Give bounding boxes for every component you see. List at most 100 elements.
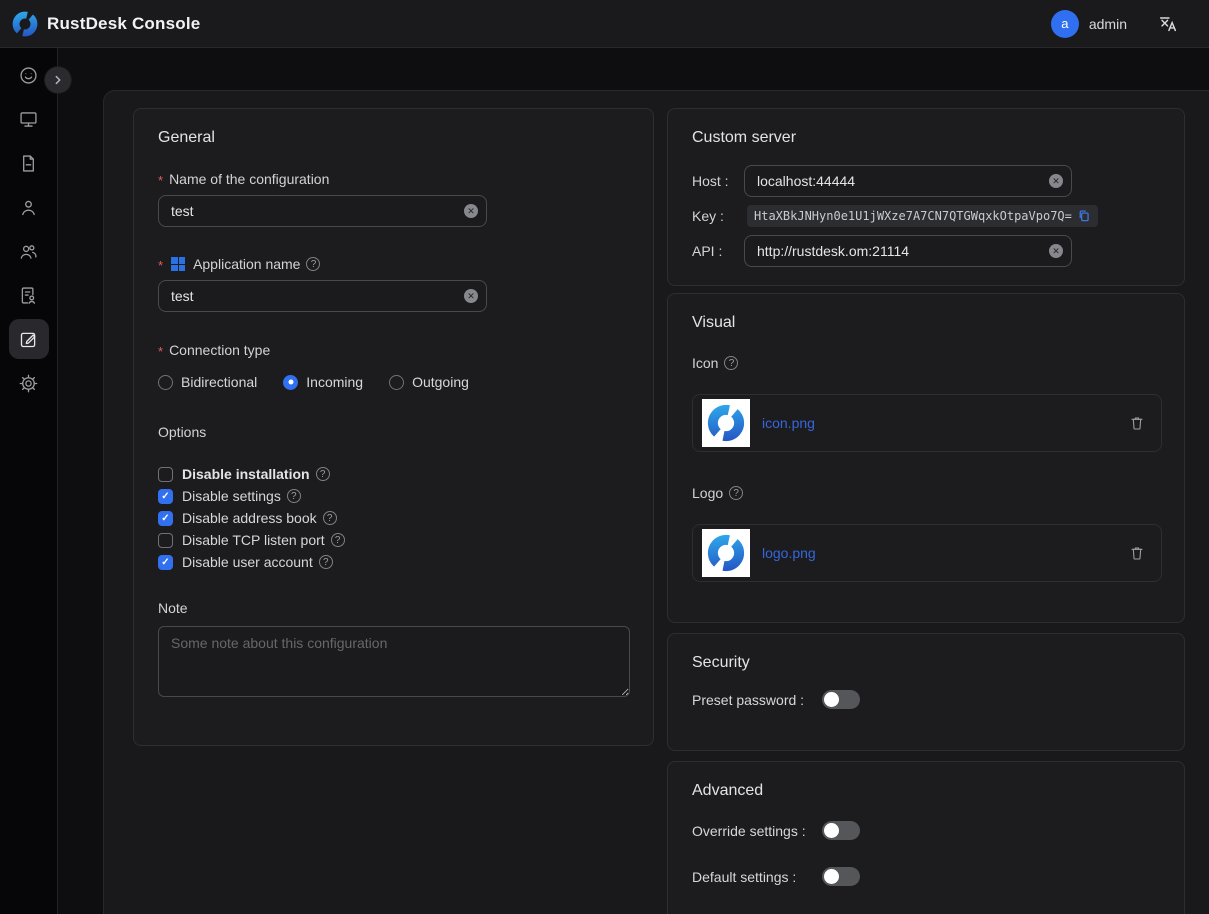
note-textarea[interactable] xyxy=(158,626,630,697)
security-title: Security xyxy=(692,654,1160,672)
checkbox[interactable] xyxy=(158,533,173,548)
radio-button[interactable] xyxy=(158,375,173,390)
preset-password-label: Preset password : xyxy=(692,692,822,708)
checkbox[interactable] xyxy=(158,555,173,570)
connection-type-label: Connection type xyxy=(158,340,629,360)
username[interactable]: admin xyxy=(1089,16,1127,32)
sidebar-item-custom-clients[interactable] xyxy=(9,319,49,359)
help-icon[interactable] xyxy=(319,555,333,569)
default-settings-toggle[interactable] xyxy=(822,867,860,886)
options-label: Options xyxy=(158,422,629,442)
rustdesk-logo-icon xyxy=(12,11,38,37)
app-title: RustDesk Console xyxy=(47,14,200,34)
edit-icon xyxy=(18,329,39,350)
help-icon[interactable] xyxy=(724,356,738,370)
clear-icon[interactable] xyxy=(1049,174,1063,188)
config-name-field xyxy=(158,195,487,227)
radio-incoming[interactable]: Incoming xyxy=(283,374,363,390)
delete-icon[interactable] xyxy=(1129,545,1145,561)
override-settings-label: Override settings : xyxy=(692,823,822,839)
main-content: General Name of the configuration Applic… xyxy=(103,90,1209,914)
key-value: HtaXBkJNHyn0e1U1jWXze7A7CN7QTGWqxkOtpaVp… xyxy=(754,209,1072,223)
visual-card: Visual Icon icon.png Logo xyxy=(667,293,1185,623)
security-card: Security Preset password : xyxy=(667,633,1185,751)
host-input[interactable] xyxy=(744,165,1072,197)
checkbox[interactable] xyxy=(158,489,173,504)
checkbox-disable-tcp-listen-port[interactable]: Disable TCP listen port xyxy=(158,529,629,551)
sidebar-item-users[interactable] xyxy=(9,187,49,227)
logo-upload-row: logo.png xyxy=(692,524,1162,582)
user-avatar[interactable]: a xyxy=(1051,10,1079,38)
preset-password-toggle[interactable] xyxy=(822,690,860,709)
checkbox-disable-installation[interactable]: Disable installation xyxy=(158,463,629,485)
application-name-field xyxy=(158,280,487,312)
config-name-label: Name of the configuration xyxy=(158,169,629,189)
help-icon[interactable] xyxy=(729,486,743,500)
copy-icon[interactable] xyxy=(1077,209,1091,223)
sidebar-item-groups[interactable] xyxy=(9,231,49,271)
sidebar-item-settings[interactable] xyxy=(9,363,49,403)
delete-icon[interactable] xyxy=(1129,415,1145,431)
icon-preview-image xyxy=(702,399,750,447)
users-group-icon xyxy=(18,241,39,262)
icon-label: Icon xyxy=(692,353,1160,373)
brand: RustDesk Console xyxy=(0,11,200,37)
logo-preview-image xyxy=(702,529,750,577)
checkbox[interactable] xyxy=(158,511,173,526)
general-title: General xyxy=(158,129,629,147)
radio-button[interactable] xyxy=(283,375,298,390)
checkbox-disable-user-account[interactable]: Disable user account xyxy=(158,551,629,573)
gear-icon xyxy=(18,373,39,394)
clear-icon[interactable] xyxy=(464,204,478,218)
checkbox-disable-settings[interactable]: Disable settings xyxy=(158,485,629,507)
user-icon xyxy=(18,197,39,218)
application-name-label: Application name xyxy=(158,254,629,274)
checkbox[interactable] xyxy=(158,467,173,482)
note-label: Note xyxy=(158,598,629,618)
radio-outgoing[interactable]: Outgoing xyxy=(389,374,469,390)
radio-bidirectional[interactable]: Bidirectional xyxy=(158,374,257,390)
radio-button[interactable] xyxy=(389,375,404,390)
sidebar xyxy=(0,48,58,914)
api-field xyxy=(744,235,1072,267)
help-icon[interactable] xyxy=(316,467,330,481)
icon-upload-row: icon.png xyxy=(692,394,1162,452)
help-icon[interactable] xyxy=(306,257,320,271)
audit-log-icon xyxy=(18,285,39,306)
sidebar-item-audit[interactable] xyxy=(9,275,49,315)
help-icon[interactable] xyxy=(287,489,301,503)
general-card: General Name of the configuration Applic… xyxy=(133,108,654,746)
checkbox-disable-address-book[interactable]: Disable address book xyxy=(158,507,629,529)
visual-title: Visual xyxy=(692,314,1160,332)
icon-filename-link[interactable]: icon.png xyxy=(762,415,815,431)
sidebar-item-documents[interactable] xyxy=(9,143,49,183)
api-input[interactable] xyxy=(744,235,1072,267)
advanced-title: Advanced xyxy=(692,782,1160,800)
windows-logo-icon xyxy=(171,257,185,271)
host-label: Host : xyxy=(692,173,744,189)
sidebar-item-devices[interactable] xyxy=(9,99,49,139)
connection-type-group: Bidirectional Incoming Outgoing xyxy=(158,374,629,390)
host-field xyxy=(744,165,1072,197)
logo-filename-link[interactable]: logo.png xyxy=(762,545,816,561)
help-icon[interactable] xyxy=(323,511,337,525)
sidebar-expand-button[interactable] xyxy=(45,67,71,93)
application-name-input[interactable] xyxy=(158,280,487,312)
config-name-input[interactable] xyxy=(158,195,487,227)
api-label: API : xyxy=(692,243,744,259)
key-value-box: HtaXBkJNHyn0e1U1jWXze7A7CN7QTGWqxkOtpaVp… xyxy=(747,205,1098,227)
custom-server-title: Custom server xyxy=(692,129,1160,147)
override-settings-row: Override settings : xyxy=(692,821,1160,840)
monitor-icon xyxy=(18,109,39,130)
clear-icon[interactable] xyxy=(1049,244,1063,258)
help-icon[interactable] xyxy=(331,533,345,547)
smiley-icon xyxy=(18,65,39,86)
top-bar: RustDesk Console a admin xyxy=(0,0,1209,48)
override-settings-toggle[interactable] xyxy=(822,821,860,840)
language-icon[interactable] xyxy=(1157,13,1179,35)
advanced-card: Advanced Override settings : Default set… xyxy=(667,761,1185,914)
clear-icon[interactable] xyxy=(464,289,478,303)
document-icon xyxy=(18,153,39,174)
sidebar-item-overview[interactable] xyxy=(9,55,49,95)
logo-label: Logo xyxy=(692,483,1160,503)
